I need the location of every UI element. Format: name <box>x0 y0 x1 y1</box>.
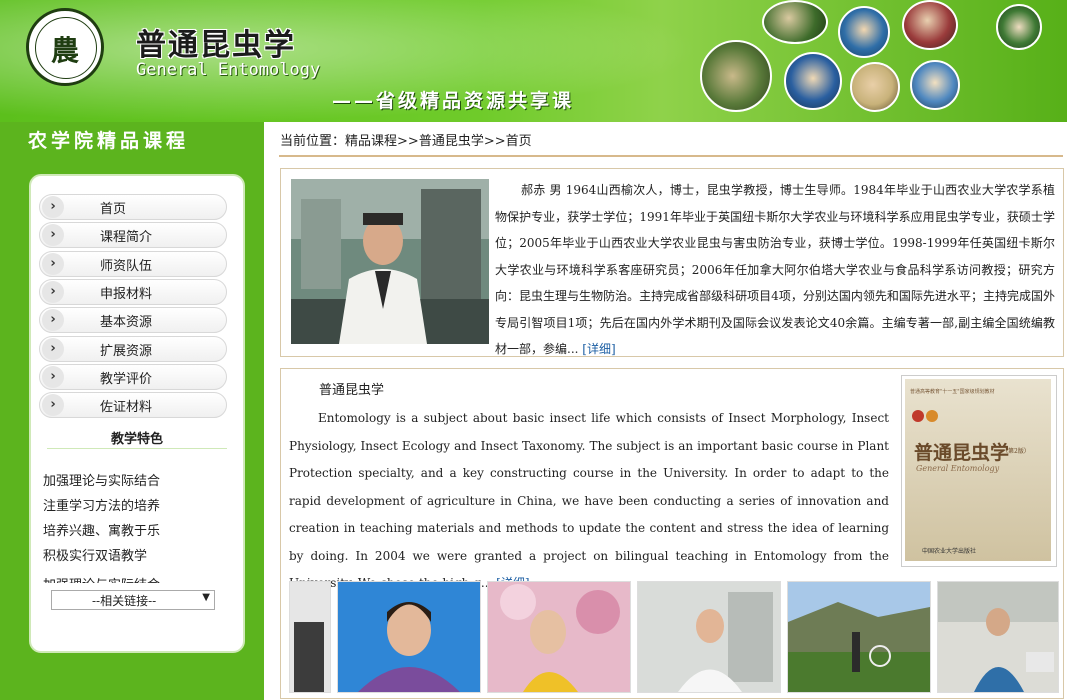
course-intro: 普通昆虫学 Entomology is a subject about basi… <box>280 368 1064 699</box>
book-publisher: 中国农业大学出版社 <box>922 548 977 555</box>
chevron-right-icon: › <box>42 394 64 416</box>
sidebar-title: 农学院精品课程 <box>28 130 190 152</box>
teacher-photo-image <box>291 179 489 344</box>
banner-photo <box>910 60 960 110</box>
nav-item-application[interactable]: › 申报材料 <box>39 279 227 305</box>
dropdown-arrow-icon: ▼ <box>202 592 210 603</box>
nav-item-home[interactable]: › 首页 <box>39 194 227 220</box>
book-series-text: 普通高等教育"十一五"国家级规划教材 <box>910 389 995 395</box>
banner-photo <box>838 6 890 58</box>
sidebar: 农学院精品课程 › 首页 › 课程简介 › 师资队伍 › 申报材料 › 基本资源 <box>0 122 264 700</box>
nav-item-evidence[interactable]: › 佐证材料 <box>39 392 227 418</box>
photo-gallery <box>289 581 1059 693</box>
gallery-photo[interactable] <box>289 581 331 693</box>
divider <box>279 155 1063 157</box>
logo-glyph: 農 <box>50 34 79 67</box>
banner-photo <box>700 40 772 112</box>
course-intro-text: Entomology is a subject about basic inse… <box>289 405 889 598</box>
chevron-right-icon: › <box>42 224 64 246</box>
chevron-right-icon: › <box>42 281 64 303</box>
feature-item[interactable]: 加强理论与实际结合 <box>43 470 160 489</box>
chevron-right-icon: › <box>42 309 64 331</box>
features-heading: 教学特色 <box>110 432 163 447</box>
university-logo[interactable]: 農 <box>26 8 104 86</box>
course-heading: 普通昆虫学 <box>319 383 385 398</box>
textbook-cover[interactable]: 普通高等教育"十一五"国家级规划教材 普通昆虫学 （第2版） General E… <box>901 375 1057 567</box>
book-english-title: General Entomology <box>916 464 1000 473</box>
book-edition: （第2版） <box>1002 448 1030 455</box>
breadcrumb-prefix: 当前位置： <box>280 134 346 149</box>
banner-photo <box>762 0 828 44</box>
feature-item[interactable]: 注重学习方法的培养 <box>43 495 160 514</box>
teacher-bio-text: 郝赤 男 1964山西榆次人，博士，昆虫学教授，博士生导师。1984年毕业于山西… <box>495 183 1055 356</box>
gallery-photo[interactable] <box>487 581 631 693</box>
book-title: 普通昆虫学 <box>914 442 1010 464</box>
breadcrumb-current: 首页 <box>505 134 532 149</box>
breadcrumb-separator: >> <box>483 134 506 149</box>
nav-item-evaluation[interactable]: › 教学评价 <box>39 364 227 390</box>
nav-item-label: 申报材料 <box>100 287 153 302</box>
site-subtitle: ——省级精品资源共享课 <box>332 90 575 112</box>
nav-item-basic-resources[interactable]: › 基本资源 <box>39 307 227 333</box>
nav-item-label: 佐证材料 <box>100 400 153 415</box>
gallery-photo[interactable] <box>637 581 781 693</box>
teacher-photo[interactable] <box>291 179 489 344</box>
page: 農 普通昆虫学 General Entomology ——省级精品资源共享课 农… <box>0 0 1067 700</box>
breadcrumb-link-entomology[interactable]: 普通昆虫学 <box>419 134 484 149</box>
nav-item-label: 扩展资源 <box>100 344 153 359</box>
chevron-right-icon: › <box>42 253 64 275</box>
chevron-right-icon: › <box>42 196 64 218</box>
breadcrumb-separator: >> <box>397 134 419 149</box>
teacher-profile: 郝赤 男 1964山西榆次人，博士，昆虫学教授，博士生导师。1984年毕业于山西… <box>280 168 1064 357</box>
main-content: 当前位置：精品课程>>普通昆虫学>>首页 郝赤 男 1964山西榆次人，博士，昆… <box>266 122 1067 700</box>
chevron-right-icon: › <box>42 366 64 388</box>
banner-photo <box>996 4 1042 50</box>
nav-item-label: 教学评价 <box>100 372 153 387</box>
gallery-photo[interactable] <box>787 581 931 693</box>
teacher-bio: 郝赤 男 1964山西榆次人，博士，昆虫学教授，博士生导师。1984年毕业于山西… <box>495 177 1055 363</box>
chevron-right-icon: › <box>42 338 64 360</box>
site-title: 普通昆虫学 <box>136 28 296 63</box>
nav-item-label: 师资队伍 <box>100 259 153 274</box>
banner-photo <box>902 0 958 50</box>
feature-item[interactable]: 积极实行双语教学 <box>43 545 147 564</box>
feature-item[interactable]: 培养兴趣、寓教于乐 <box>43 520 160 539</box>
banner-photo <box>850 62 900 112</box>
course-intro-body: Entomology is a subject about basic inse… <box>289 411 889 590</box>
book-logo-icon <box>926 410 938 422</box>
breadcrumb-link-courses[interactable]: 精品课程 <box>345 134 397 149</box>
related-links-select[interactable]: --相关链接-- ▼ <box>51 590 215 610</box>
site-title-english: General Entomology <box>136 60 321 80</box>
book-logo-icon <box>912 410 924 422</box>
breadcrumb: 当前位置：精品课程>>普通昆虫学>>首页 <box>280 130 532 149</box>
nav-item-label: 课程简介 <box>100 230 153 245</box>
banner-photo <box>784 52 842 110</box>
nav-item-label: 首页 <box>100 202 127 217</box>
teacher-more-link[interactable]: [详细] <box>582 342 615 356</box>
nav-item-extended-resources[interactable]: › 扩展资源 <box>39 336 227 362</box>
select-value: --相关链接-- <box>92 594 157 608</box>
header-banner: 農 普通昆虫学 General Entomology ——省级精品资源共享课 <box>0 0 1067 122</box>
nav-item-course-intro[interactable]: › 课程简介 <box>39 222 227 248</box>
sidebar-panel: › 首页 › 课程简介 › 师资队伍 › 申报材料 › 基本资源 › 扩展资源 <box>29 174 245 653</box>
divider <box>47 448 227 449</box>
nav-item-faculty[interactable]: › 师资队伍 <box>39 251 227 277</box>
gallery-photo[interactable] <box>337 581 481 693</box>
feature-item[interactable]: 加强理论与实际结合 <box>43 574 160 583</box>
gallery-photo[interactable] <box>937 581 1059 693</box>
nav-item-label: 基本资源 <box>100 315 153 330</box>
